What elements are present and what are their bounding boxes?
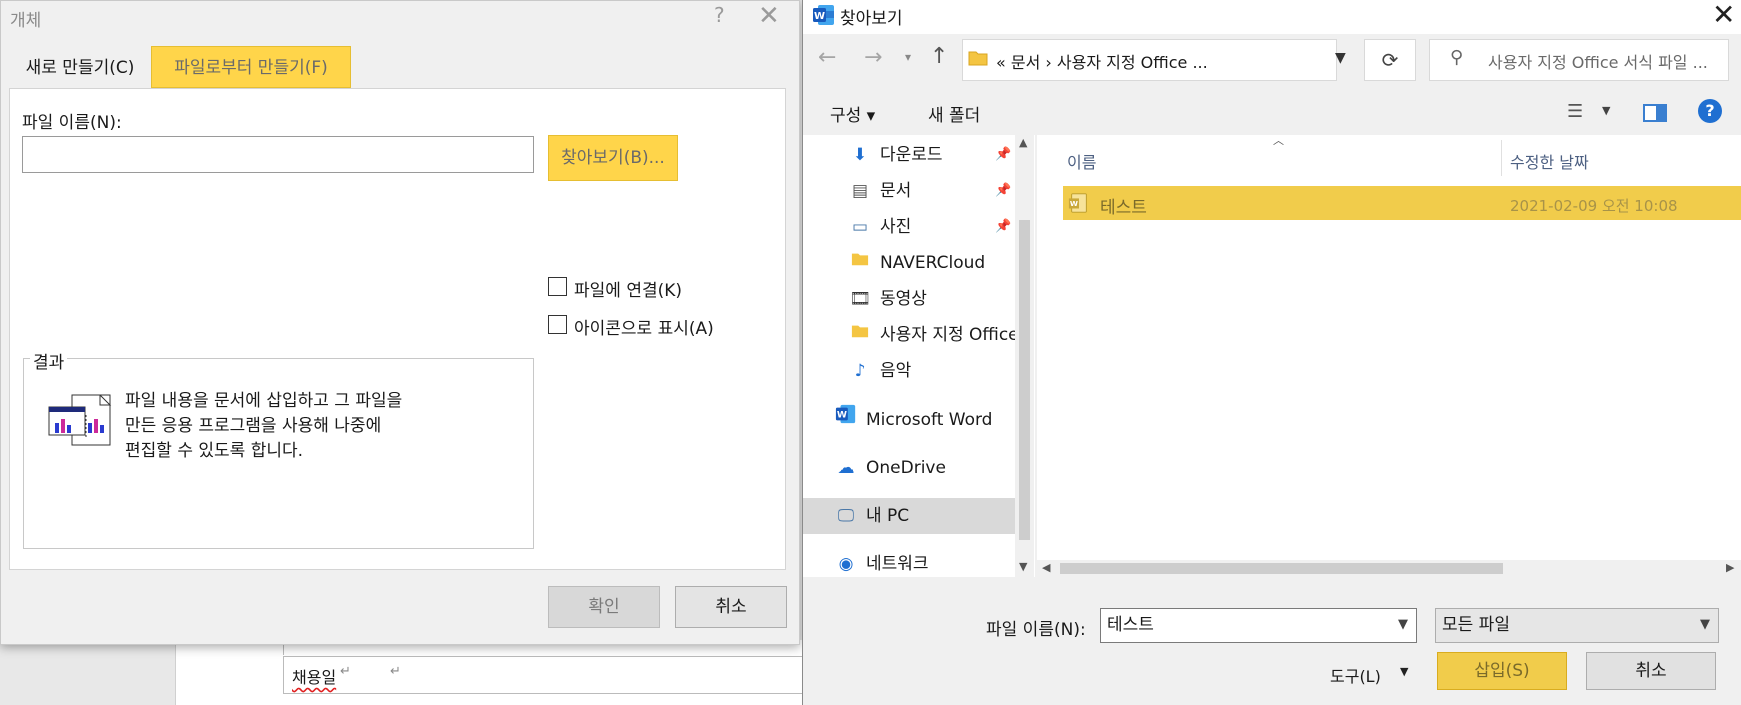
chevron-down-icon[interactable]: ▼: [1335, 50, 1346, 66]
filename-field[interactable]: 테스트: [1100, 608, 1417, 643]
documents-icon: ▤: [851, 181, 869, 201]
result-text-line: 만든 응용 프로그램을 사용해 나중에: [125, 416, 382, 436]
folder-icon: [848, 246, 872, 280]
display-as-icon-checkbox[interactable]: [548, 315, 567, 334]
nav-item-network[interactable]: ◉ 네트워크: [834, 547, 929, 581]
table-cell[interactable]: [283, 656, 802, 694]
chevron-down-icon[interactable]: ▼: [1400, 665, 1408, 678]
network-icon: ◉: [838, 554, 854, 574]
nav-item-downloads[interactable]: ⬇ 다운로드: [848, 138, 943, 172]
breadcrumb[interactable]: « 문서 › 사용자 지정 Office ...: [996, 49, 1208, 73]
recent-locations-chevron-icon[interactable]: ▾: [905, 50, 911, 64]
scroll-left-icon[interactable]: ◀: [1042, 561, 1050, 574]
search-icon: ⚲: [1450, 47, 1464, 68]
embedded-object-icon: [46, 393, 116, 453]
onedrive-icon: ☁: [837, 458, 855, 478]
paragraph-mark: ↵: [390, 664, 401, 679]
download-icon: ⬇: [852, 145, 868, 165]
column-divider[interactable]: [1501, 140, 1502, 176]
cancel-button[interactable]: 취소: [675, 586, 787, 628]
dialog-title: 개체: [10, 11, 42, 31]
forward-arrow-icon[interactable]: →: [864, 45, 882, 70]
display-as-icon-label[interactable]: 아이콘으로 표시(A): [574, 314, 714, 339]
search-input[interactable]: 사용자 지정 Office 서식 파일 ...: [1488, 49, 1708, 73]
filename-label: 파일 이름(N):: [986, 620, 1086, 640]
filename-label: 파일 이름(N):: [22, 113, 122, 133]
svg-text:W: W: [837, 410, 847, 421]
svg-text:W: W: [1070, 199, 1078, 208]
paragraph-mark: ↵: [340, 664, 351, 679]
nav-item-pictures[interactable]: ▭ 사진: [848, 210, 911, 244]
pin-icon[interactable]: 📌: [995, 147, 1011, 162]
result-text-line: 편집할 수 있도록 합니다.: [125, 441, 304, 461]
close-icon[interactable]: ✕: [1712, 0, 1735, 31]
view-options-icon[interactable]: ☰: [1567, 101, 1583, 122]
music-icon: ♪: [854, 361, 866, 381]
back-arrow-icon[interactable]: ←: [818, 45, 836, 70]
pictures-icon: ▭: [851, 217, 869, 237]
pin-icon[interactable]: 📌: [995, 219, 1011, 234]
dialog-title: 찾아보기: [840, 9, 903, 29]
close-button[interactable]: ✕: [758, 1, 780, 31]
pin-icon[interactable]: 📌: [995, 183, 1011, 198]
nav-item-onedrive[interactable]: ☁ OneDrive: [834, 451, 946, 485]
pc-icon: 🖵: [837, 506, 855, 526]
file-type-select[interactable]: 모든 파일: [1435, 608, 1719, 643]
result-label: 결과: [30, 348, 68, 373]
nav-item-custom-office[interactable]: 사용자 지정 Office: [848, 318, 1019, 352]
scrollbar-thumb[interactable]: [1060, 563, 1503, 574]
tab-create-from-file[interactable]: 파일로부터 만들기(F): [151, 46, 351, 88]
scroll-right-icon[interactable]: ▶: [1726, 561, 1734, 574]
file-date: 2021-02-09 오전 10:08: [1510, 197, 1678, 215]
scrollbar-thumb[interactable]: [1019, 220, 1030, 540]
word-document-icon: W: [1068, 192, 1090, 218]
result-text-line: 파일 내용을 문서에 삽입하고 그 파일을: [125, 391, 403, 411]
refresh-icon[interactable]: ⟳: [1364, 39, 1416, 81]
filename-input[interactable]: [22, 136, 534, 173]
ok-button[interactable]: 확인: [548, 586, 660, 628]
sort-ascending-icon: ︿: [1273, 134, 1284, 147]
browse-button[interactable]: 찾아보기(B)...: [548, 135, 678, 181]
file-name[interactable]: 테스트: [1100, 193, 1147, 218]
up-arrow-icon[interactable]: ↑: [930, 44, 948, 69]
preview-pane-icon[interactable]: [1643, 104, 1667, 122]
folder-icon: [848, 318, 872, 352]
link-to-file-checkbox[interactable]: [548, 277, 567, 296]
chevron-down-icon[interactable]: ▼: [1700, 617, 1710, 632]
tools-button[interactable]: 도구(L): [1330, 663, 1381, 687]
tab-create-new[interactable]: 새로 만들기(C): [12, 48, 148, 88]
nav-item-documents[interactable]: ▤ 문서: [848, 174, 911, 208]
title-bar: [803, 0, 1741, 34]
videos-icon: 🎞: [849, 289, 871, 309]
column-header-date[interactable]: 수정한 날짜: [1510, 149, 1589, 173]
help-icon[interactable]: ?: [1698, 99, 1722, 123]
help-button[interactable]: ?: [714, 3, 725, 27]
nav-item-navercloud[interactable]: NAVERCloud: [848, 246, 985, 280]
insert-button[interactable]: 삽입(S): [1437, 652, 1567, 690]
cell-text[interactable]: 채용일: [292, 664, 336, 688]
word-icon: W: [834, 403, 858, 437]
nav-item-music[interactable]: ♪ 음악: [848, 354, 912, 388]
link-to-file-label[interactable]: 파일에 연결(K): [574, 276, 682, 301]
organize-button[interactable]: 구성 ▾: [830, 101, 875, 126]
cancel-button[interactable]: 취소: [1586, 652, 1716, 690]
nav-item-this-pc[interactable]: 🖵 내 PC: [834, 499, 909, 533]
new-folder-button[interactable]: 새 폴더: [928, 101, 980, 126]
chevron-down-icon[interactable]: ▼: [1398, 617, 1408, 632]
nav-item-microsoft-word[interactable]: W Microsoft Word: [834, 403, 992, 437]
nav-item-videos[interactable]: 🎞 동영상: [848, 282, 927, 316]
scroll-up-icon[interactable]: ▲: [1019, 136, 1027, 149]
column-header-name[interactable]: 이름: [1067, 149, 1096, 173]
svg-text:W: W: [814, 11, 825, 22]
chevron-down-icon[interactable]: ▼: [1602, 104, 1610, 117]
folder-icon: [968, 48, 988, 72]
word-app-icon: W: [812, 3, 836, 31]
scroll-down-icon[interactable]: ▼: [1019, 560, 1027, 573]
